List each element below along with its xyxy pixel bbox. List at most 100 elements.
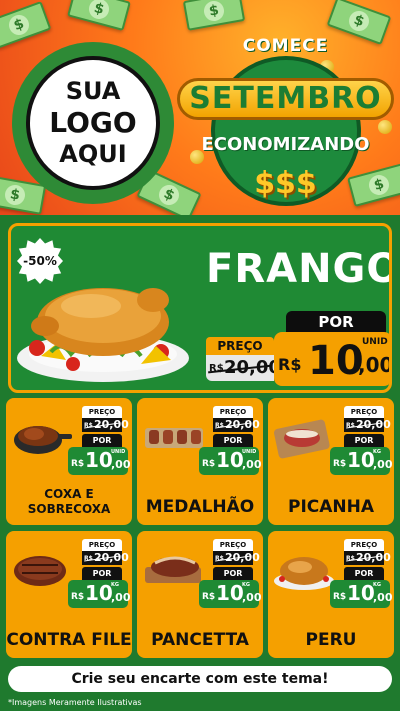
price-decimal: ,00: [358, 353, 392, 377]
steak-image: [14, 556, 66, 586]
old-price-label: PREÇO: [82, 539, 122, 551]
price-integer: 10: [85, 448, 113, 472]
old-price-currency: R$: [84, 555, 93, 562]
promo-top-text: COMECE: [242, 36, 329, 56]
price-currency: R$: [333, 459, 347, 469]
roast-turkey-image: [274, 557, 334, 590]
new-price-label: POR: [286, 311, 386, 333]
price-decimal: ,00: [373, 458, 393, 471]
pancetta-image: [145, 556, 201, 583]
price-integer: 10: [216, 581, 244, 605]
price-decimal: ,00: [373, 591, 393, 604]
old-price-label: PREÇO: [213, 406, 253, 418]
old-price-currency: R$: [346, 422, 355, 429]
skewers-image: [145, 428, 203, 448]
new-price: R$ 10,00 UNID: [68, 447, 131, 475]
old-price-value: 20,00: [94, 551, 129, 564]
product-name: PANCETTA: [151, 630, 249, 650]
new-price: R$ 10,00 KG: [330, 447, 393, 475]
new-price-label: POR: [344, 567, 384, 580]
logo-placeholder: SUA LOGO AQUI: [12, 42, 174, 204]
old-price-value: 20,00: [224, 357, 281, 378]
new-price-label: POR: [213, 567, 253, 580]
product-name: CONTRA FILE: [6, 630, 132, 650]
old-price: R$ 20,00: [82, 418, 129, 432]
old-price: R$ 20,00: [206, 355, 281, 381]
old-price-currency: R$: [215, 422, 224, 429]
featured-title: FRANGO: [206, 246, 392, 292]
new-price: R$ 10,00 UNID: [199, 447, 262, 475]
new-price-label: POR: [213, 434, 253, 447]
old-price-value: 20,00: [225, 551, 260, 564]
new-price: R$ 10 ,00 UNID: [274, 332, 392, 386]
price-currency: R$: [202, 592, 216, 602]
old-price-label: PREÇO: [344, 406, 384, 418]
old-price: R$ 20,00: [213, 551, 260, 565]
price-unit: KG: [242, 582, 250, 588]
product-card: PREÇO R$ 20,00 POR R$ 10,00 KG PANCETTA: [137, 531, 263, 658]
old-price-label: PREÇO: [206, 337, 274, 355]
old-price: R$ 20,00: [213, 418, 260, 432]
price-unit: KG: [111, 582, 119, 588]
chicken-thigh-image: [14, 426, 72, 454]
promo-sub-text: ECONOMIZANDO: [201, 134, 370, 155]
price-unit: KG: [373, 449, 381, 455]
new-price-label: POR: [82, 434, 122, 447]
old-price-currency: R$: [209, 363, 224, 374]
price-currency: R$: [278, 355, 302, 374]
price-currency: R$: [202, 459, 216, 469]
price-decimal: ,00: [242, 458, 262, 471]
old-price-label: PREÇO: [213, 539, 253, 551]
new-price: R$ 10,00 KG: [199, 580, 262, 608]
old-price: R$ 20,00: [344, 418, 391, 432]
logo-line: SUA: [65, 77, 121, 106]
header-banner: SUA LOGO AQUI COMECE SETEMBRO ECONOMIZAN…: [0, 0, 400, 215]
logo-line: AQUI: [59, 139, 127, 168]
price-unit: UNID: [111, 449, 126, 455]
price-currency: R$: [71, 459, 85, 469]
old-price-label: PREÇO: [82, 406, 122, 418]
product-name: PICANHA: [287, 497, 375, 517]
price-integer: 10: [85, 581, 113, 605]
price-decimal: ,00: [242, 591, 262, 604]
price-currency: R$: [71, 592, 85, 602]
product-name-line: SOBRECOXA: [27, 502, 111, 516]
product-card: PREÇO R$ 20,00 POR R$ 10,00 UNID COXA E SOB…: [6, 398, 132, 525]
picanha-image: [273, 419, 330, 459]
price-integer: 10: [216, 448, 244, 472]
product-name: COXA E SOBRECOXA: [6, 487, 132, 517]
dollar-signs: $$$: [254, 166, 317, 201]
price-decimal: ,00: [111, 591, 131, 604]
price-decimal: ,00: [111, 458, 131, 471]
money-bill-icon: [182, 0, 246, 31]
old-price-value: 20,00: [356, 418, 391, 431]
price-integer: 10: [308, 338, 364, 384]
price-unit: UNID: [362, 337, 388, 347]
product-grid: PREÇO R$ 20,00 POR R$ 10,00 UNID COXA E SOB…: [6, 398, 394, 660]
product-card: PREÇO R$ 20,00 POR R$ 10,00 KG PICANHA: [268, 398, 394, 525]
old-price: R$ 20,00: [82, 551, 129, 565]
new-price-label: POR: [82, 567, 122, 580]
product-name: PERU: [305, 630, 357, 650]
price-unit: UNID: [242, 449, 257, 455]
money-bill-icon: [67, 0, 131, 31]
product-card: PREÇO R$ 20,00 POR R$ 10,00 UNID MEDALHÃO: [137, 398, 263, 525]
product-name-line: COXA E: [44, 487, 94, 501]
new-price-label: POR: [344, 434, 384, 447]
new-price: R$ 10,00 KG: [68, 580, 131, 608]
old-price-value: 20,00: [356, 551, 391, 564]
old-price-currency: R$: [84, 422, 93, 429]
product-card: PREÇO R$ 20,00 POR R$ 10,00 KG PERU: [268, 531, 394, 658]
old-price-label: PREÇO: [344, 539, 384, 551]
promo-badge: COMECE SETEMBRO ECONOMIZANDO $$$: [177, 30, 394, 208]
money-bill-icon: [0, 0, 52, 50]
cta-banner[interactable]: Crie seu encarte com este tema!: [8, 666, 392, 692]
new-price: R$ 10,00 KG: [330, 580, 393, 608]
price-integer: 10: [347, 448, 375, 472]
promo-main-text: SETEMBRO: [177, 78, 394, 120]
product-name: MEDALHÃO: [145, 497, 255, 517]
logo-line: LOGO: [49, 106, 137, 140]
old-price-currency: R$: [215, 555, 224, 562]
price-integer: 10: [347, 581, 375, 605]
price-currency: R$: [333, 592, 347, 602]
